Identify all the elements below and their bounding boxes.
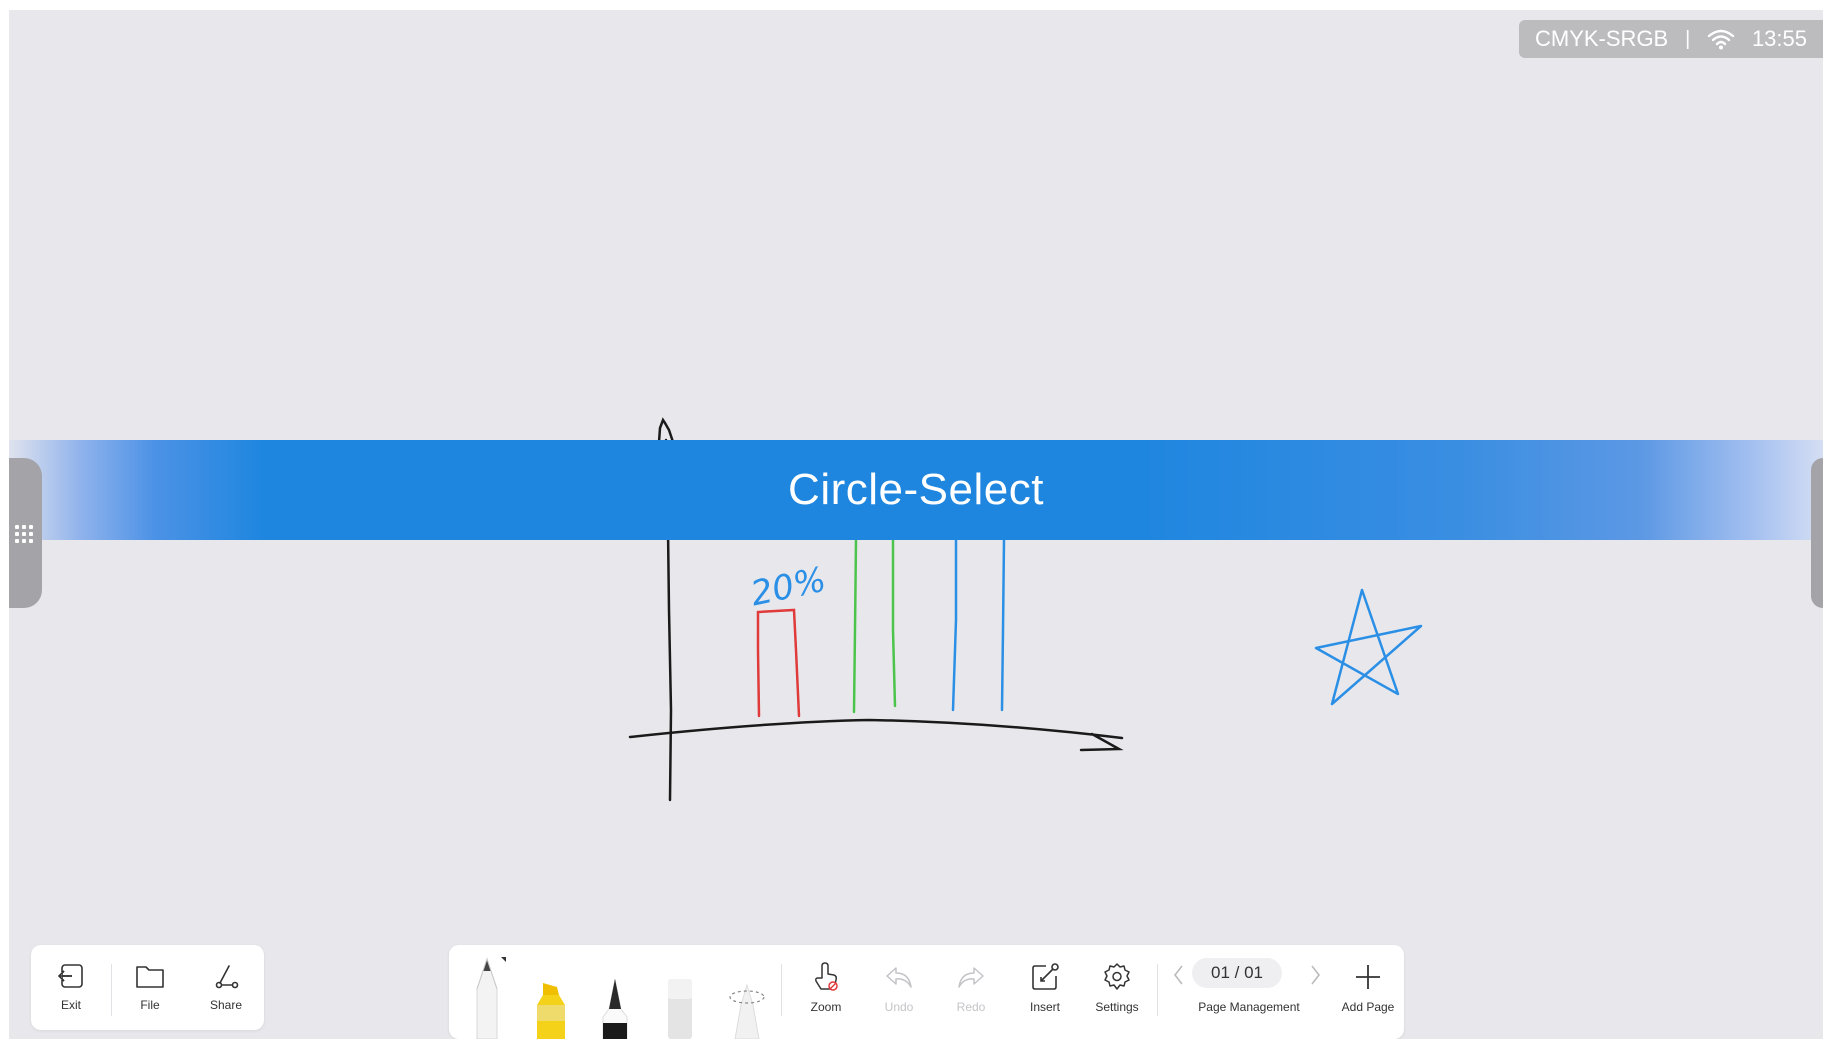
whiteboard-screen[interactable]: 20% Circle-Select CMYK-SRGB | 13:55 Exit… xyxy=(9,10,1823,1039)
toolbar-divider xyxy=(781,964,782,1016)
highlighter-tool[interactable] xyxy=(533,981,569,1039)
add-page-button[interactable]: Add Page xyxy=(1334,945,1402,1030)
add-page-label: Add Page xyxy=(1341,1000,1395,1014)
red-bar-stroke xyxy=(756,608,801,718)
wifi-icon xyxy=(1707,29,1735,50)
pencil-tool[interactable] xyxy=(467,955,507,1039)
clock-time: 13:55 xyxy=(1751,26,1807,51)
lasso-tool[interactable] xyxy=(725,977,769,1039)
green-bar-left-stroke xyxy=(852,538,858,714)
green-bar-right-stroke xyxy=(891,538,897,708)
insert-label: Insert xyxy=(1029,1000,1060,1014)
folder-icon xyxy=(136,966,164,988)
star-stroke xyxy=(1314,588,1423,706)
exit-button[interactable]: Exit xyxy=(31,945,111,1030)
right-side-handle[interactable] xyxy=(1811,458,1823,608)
color-mode-label: CMYK-SRGB xyxy=(1535,26,1669,51)
undo-icon xyxy=(886,967,912,988)
page-management-button[interactable]: Page Management xyxy=(1169,945,1329,1030)
redo-icon xyxy=(958,967,984,988)
zoom-gesture-icon xyxy=(815,962,838,991)
main-toolbar: Zoom Undo Redo Insert Settings 01 / 01 P… xyxy=(449,945,1404,1039)
plus-icon xyxy=(1356,965,1380,989)
x-axis-stroke xyxy=(628,718,1124,752)
zoom-button[interactable]: Zoom xyxy=(794,945,858,1030)
share-button[interactable]: Share xyxy=(188,945,264,1030)
blue-bar-right-stroke xyxy=(1000,538,1006,712)
status-bar: CMYK-SRGB | 13:55 xyxy=(1519,20,1823,58)
settings-label: Settings xyxy=(1095,1000,1139,1014)
file-toolbar: Exit File Share xyxy=(31,945,264,1030)
banner-text: Circle-Select xyxy=(788,465,1044,514)
undo-label: Undo xyxy=(884,1000,914,1014)
bar-annotation: 20% xyxy=(747,560,829,615)
left-side-handle[interactable] xyxy=(9,458,42,608)
exit-label: Exit xyxy=(60,998,81,1012)
undo-button[interactable]: Undo xyxy=(867,945,931,1030)
redo-button[interactable]: Redo xyxy=(939,945,1003,1030)
file-label: File xyxy=(140,998,160,1012)
zoom-label: Zoom xyxy=(810,1000,842,1014)
share-label: Share xyxy=(209,998,243,1012)
insert-button[interactable]: Insert xyxy=(1013,945,1077,1030)
share-icon xyxy=(215,965,239,989)
exit-icon xyxy=(57,964,83,988)
insert-icon xyxy=(1032,963,1059,990)
settings-button[interactable]: Settings xyxy=(1085,945,1149,1030)
eraser-tool[interactable] xyxy=(663,977,697,1039)
file-button[interactable]: File xyxy=(112,945,188,1030)
grid-dots-icon xyxy=(15,525,33,543)
gear-icon xyxy=(1104,963,1130,990)
circle-select-banner: Circle-Select xyxy=(9,440,1823,540)
fountain-pen-tool[interactable] xyxy=(597,977,633,1039)
redo-label: Redo xyxy=(956,1000,986,1014)
toolbar-divider xyxy=(1157,964,1158,1016)
blue-bar-left-stroke xyxy=(951,538,958,712)
page-management-label: Page Management xyxy=(1198,1000,1300,1014)
status-separator: | xyxy=(1685,27,1691,50)
